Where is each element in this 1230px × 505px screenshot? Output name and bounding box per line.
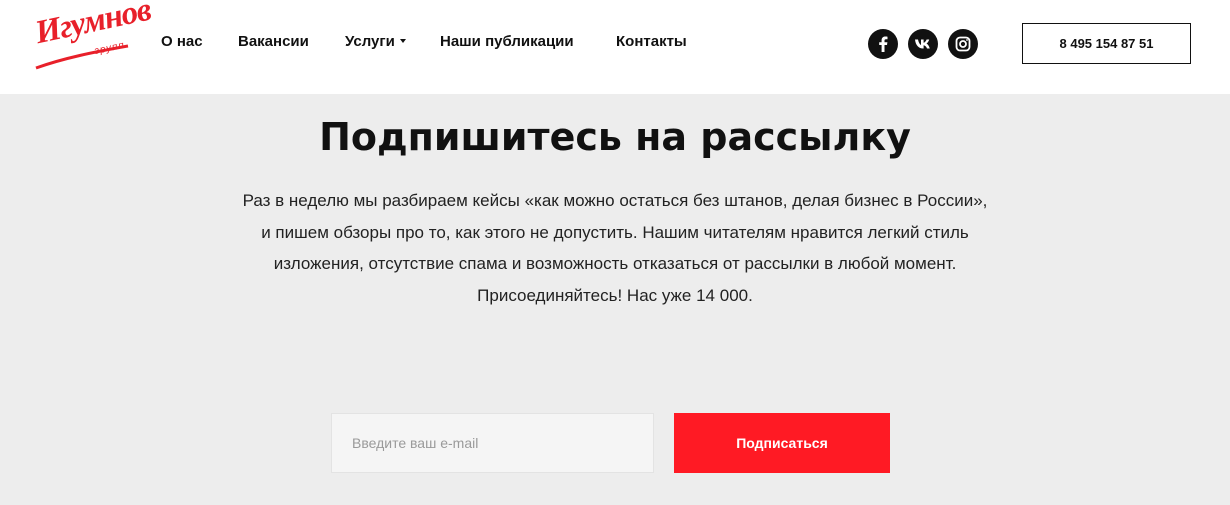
nav-item-publications[interactable]: Наши публикации	[440, 33, 574, 50]
nav-item-vacancies[interactable]: Вакансии	[238, 33, 309, 50]
nav-item-label: Услуги	[345, 33, 395, 50]
vk-icon[interactable]	[908, 29, 938, 59]
site-header: Игумнов групп О нас Вакансии Услуги Наши…	[0, 0, 1230, 94]
phone-button[interactable]: 8 495 154 87 51	[1022, 23, 1191, 64]
nav-item-label: Наши публикации	[440, 33, 574, 50]
nav-item-label: Вакансии	[238, 33, 309, 50]
description-line: и пишем обзоры про то, как этого не допу…	[261, 222, 969, 242]
nav-item-contacts[interactable]: Контакты	[616, 33, 687, 50]
logo[interactable]: Игумнов групп	[30, 0, 154, 72]
page-title: Подпишитесь на рассылку	[319, 115, 911, 159]
email-input[interactable]	[331, 413, 654, 473]
description-line: Раз в неделю мы разбираем кейсы «как мож…	[242, 191, 988, 210]
nav-item-label: Контакты	[616, 33, 687, 50]
subscribe-button[interactable]: Подписаться	[674, 413, 890, 473]
instagram-icon[interactable]	[948, 29, 978, 59]
description-line: изложения, отсутствие спама и возможност…	[273, 254, 957, 273]
nav-item-about[interactable]: О нас	[161, 33, 203, 50]
subscribe-description: Раз в неделю мы разбираем кейсы «как мож…	[215, 185, 1015, 311]
facebook-icon[interactable]	[868, 29, 898, 59]
chevron-down-icon	[399, 39, 406, 43]
nav-item-services[interactable]: Услуги	[345, 33, 406, 50]
description-line: Присоединяйтесь! Нас уже 14 000.	[477, 285, 753, 305]
nav-item-label: О нас	[161, 33, 203, 50]
